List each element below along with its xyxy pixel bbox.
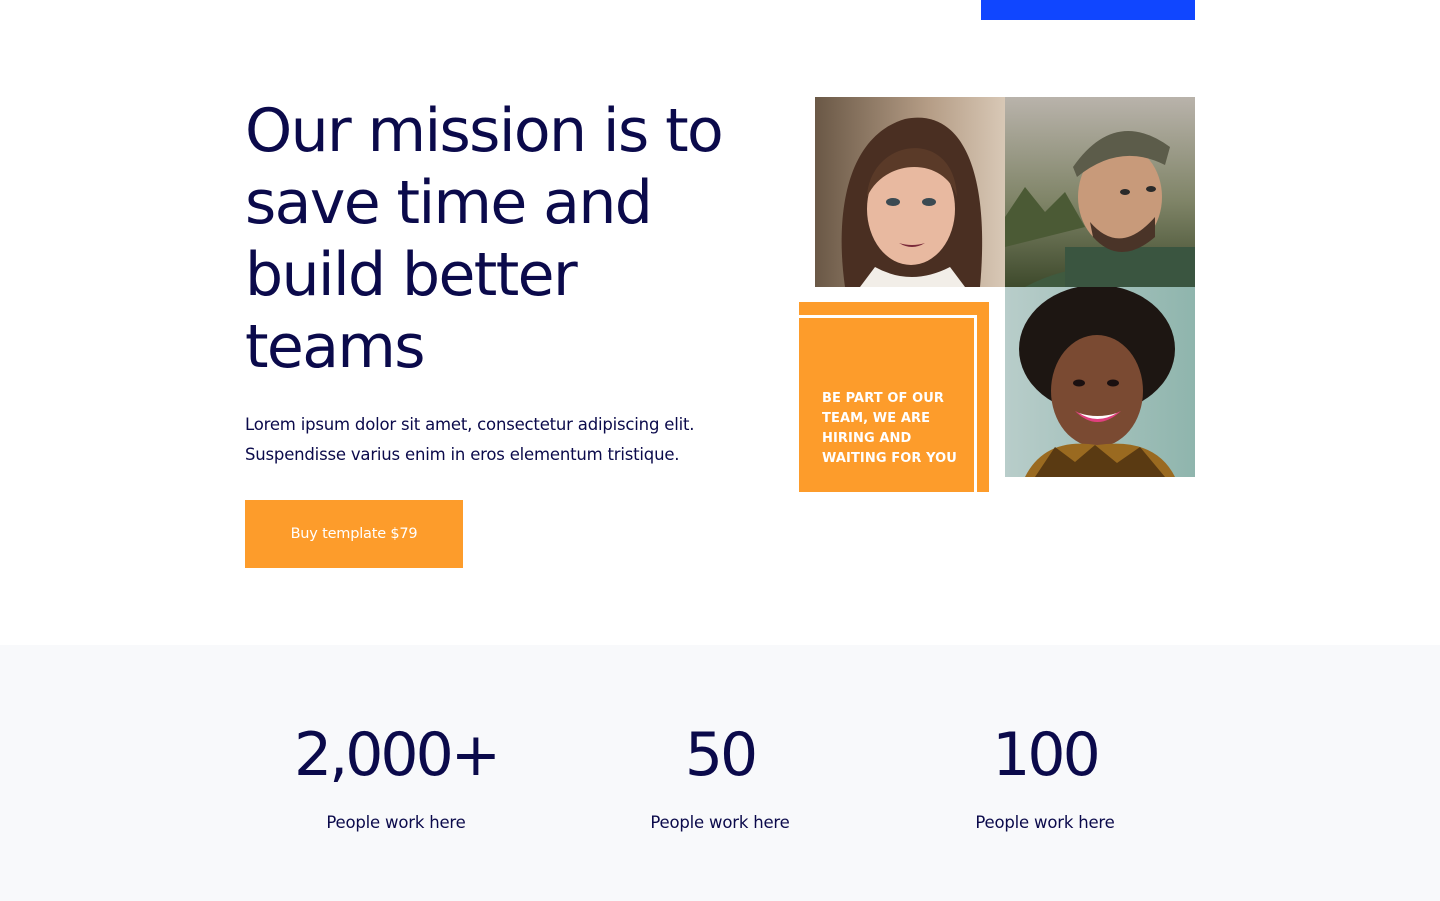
hero-section: Our mission is to save time and build be… xyxy=(0,0,1440,645)
stats-section: 2,000+ People work here 50 People work h… xyxy=(0,645,1440,901)
team-photo-woman-smiling xyxy=(1005,287,1195,477)
stat-value: 50 xyxy=(684,720,758,790)
hiring-card-border-top xyxy=(799,315,977,318)
hero-title: Our mission is to save time and build be… xyxy=(245,96,724,382)
buy-template-button[interactable]: Buy template $79 xyxy=(245,500,463,568)
hiring-card: BE PART OF OUR TEAM, WE ARE HIRING AND W… xyxy=(799,302,989,492)
hiring-card-text: BE PART OF OUR TEAM, WE ARE HIRING AND W… xyxy=(822,391,957,466)
stat-label: People work here xyxy=(650,813,790,832)
hero-description: Lorem ipsum dolor sit amet, consectetur … xyxy=(245,415,695,464)
hiring-card-border-right xyxy=(974,315,977,492)
stat-label: People work here xyxy=(326,813,466,832)
team-photo-man-cap xyxy=(1005,97,1195,287)
team-photo-woman-brunette xyxy=(815,97,1005,287)
stat-value: 100 xyxy=(992,720,1101,790)
stat-value: 2,000+ xyxy=(293,720,501,790)
stat-label: People work here xyxy=(975,813,1115,832)
